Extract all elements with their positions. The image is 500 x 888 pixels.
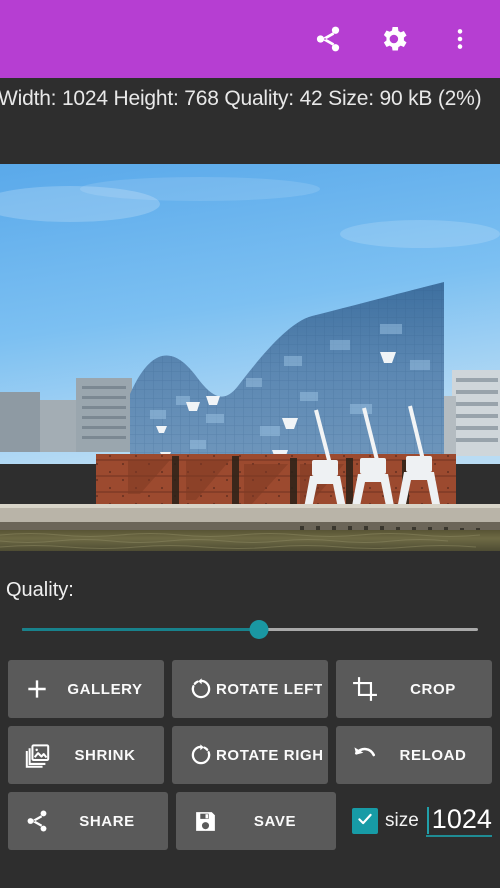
shrink-button[interactable]: SHRINK <box>8 726 164 784</box>
rotate-left-button[interactable]: ROTATE LEFT <box>172 660 328 718</box>
size-checkbox[interactable] <box>352 808 378 834</box>
share-button-label: SHARE <box>79 812 135 830</box>
action-button-grid: GALLERY ROTATE LEFT CROP SHRINK ROTATE R… <box>0 646 500 856</box>
app-bar <box>0 0 500 78</box>
crop-button[interactable]: CROP <box>336 660 492 718</box>
info-photo-gap <box>0 120 500 164</box>
share-button[interactable]: SHARE <box>8 792 168 850</box>
checkmark-icon <box>356 810 374 833</box>
crop-button-label: CROP <box>410 680 456 698</box>
image-info-bar: Width: 1024 Height: 768 Quality: 42 Size… <box>0 78 500 120</box>
floppy-disk-icon <box>190 806 220 836</box>
quality-slider[interactable] <box>22 619 478 639</box>
button-row-3: SHARE SAVE size 1024 <box>8 792 492 850</box>
preview-image[interactable] <box>0 164 500 551</box>
share-icon[interactable] <box>310 21 346 57</box>
save-button-label: SAVE <box>253 812 297 830</box>
rotate-left-icon <box>186 674 216 704</box>
slider-fill <box>22 627 260 631</box>
size-input[interactable] <box>425 804 492 838</box>
image-info-text: Width: 1024 Height: 768 Quality: 42 Size… <box>0 87 482 110</box>
quality-slider-row <box>0 602 500 646</box>
plus-icon <box>22 674 52 704</box>
undo-arrow-icon <box>350 740 380 770</box>
rotate-right-button-label: ROTATE RIGHT <box>216 746 322 764</box>
rotate-right-icon <box>186 740 216 770</box>
crop-icon <box>350 674 380 704</box>
app-bar-actions <box>310 21 486 57</box>
more-vertical-icon[interactable] <box>442 21 478 57</box>
quality-label: Quality: <box>6 579 74 601</box>
size-input-wrap <box>425 804 492 838</box>
size-field-group: size <box>344 792 492 850</box>
shrink-button-label: SHRINK <box>74 746 136 764</box>
gallery-button[interactable]: GALLERY <box>8 660 164 718</box>
rotate-right-button[interactable]: ROTATE RIGHT <box>172 726 328 784</box>
share-icon <box>22 806 52 836</box>
rotate-left-button-label: ROTATE LEFT <box>216 680 322 698</box>
reload-button-label: RELOAD <box>399 746 467 764</box>
text-caret <box>426 806 429 834</box>
button-row-2: SHRINK ROTATE RIGHT RELOAD <box>8 726 492 784</box>
reload-button[interactable]: RELOAD <box>336 726 492 784</box>
elbphilharmonie-photo <box>0 164 500 551</box>
button-row-1: GALLERY ROTATE LEFT CROP <box>8 660 492 718</box>
slider-thumb[interactable] <box>249 619 269 639</box>
gear-icon[interactable] <box>376 21 412 57</box>
images-icon <box>22 740 52 770</box>
image-editor-screen: Width: 1024 Height: 768 Quality: 42 Size… <box>0 0 500 888</box>
size-label: size <box>385 810 419 831</box>
gallery-button-label: GALLERY <box>67 680 143 698</box>
save-button[interactable]: SAVE <box>176 792 336 850</box>
image-preview[interactable] <box>0 164 500 551</box>
controls-panel: Quality: GALLERY ROTATE LEFT CROP SHRINK… <box>0 551 500 888</box>
